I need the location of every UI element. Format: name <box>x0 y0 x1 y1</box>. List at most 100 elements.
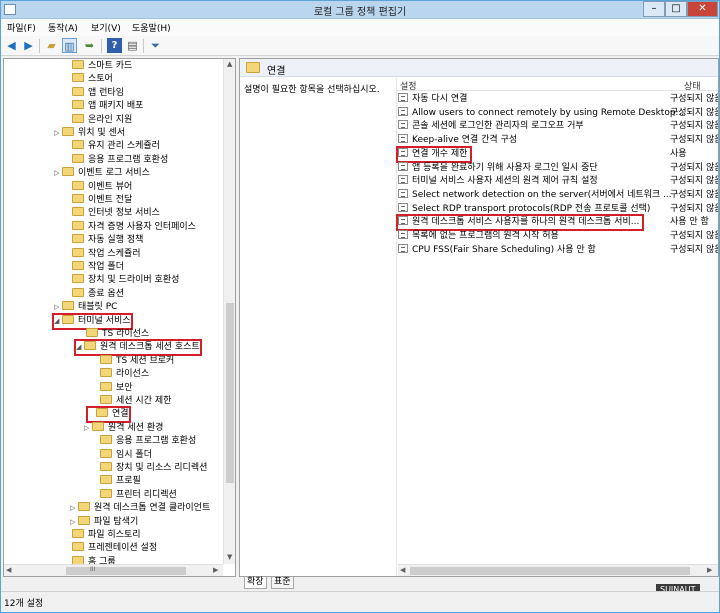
tree-item[interactable]: 프린터 리디렉션 <box>92 488 177 502</box>
tree-item-label: 스토어 <box>88 74 113 85</box>
tree-item-label: 앱 패키지 배포 <box>88 101 144 112</box>
tree-item[interactable]: 온라인 지원 <box>64 113 132 127</box>
menu-file[interactable]: 파일(F) <box>7 21 36 34</box>
tree-item[interactable]: 라이선스 <box>92 368 149 381</box>
tree-item[interactable]: TS 세션 브로커 <box>92 354 174 368</box>
tree-item[interactable]: ◢ 원격 데스크톱 세션 호스트 <box>74 339 202 357</box>
tree-item[interactable]: 프레젠테이션 설정 <box>64 542 157 555</box>
tree-horizontal-scrollbar[interactable]: ◀ III ▶ <box>4 564 223 576</box>
close-button[interactable]: ✕ <box>687 1 718 17</box>
policy-row[interactable]: 터미널 서비스 사용자 세션의 원격 제어 규칙 설정 구성되지 않음 <box>398 175 718 188</box>
tree-item[interactable]: ▷ 태블릿 PC <box>54 301 117 314</box>
menu-action[interactable]: 동작(A) <box>48 21 78 34</box>
tree-item[interactable]: ▷ 파일 탐색기 <box>70 515 138 529</box>
tree-item-label: 유지 관리 스케쥴러 <box>88 141 160 152</box>
tree-item[interactable]: 종료 옵션 <box>64 287 124 301</box>
details-header: 연결 <box>240 59 718 77</box>
tree-item[interactable]: 스토어 <box>64 73 113 86</box>
tree-item[interactable]: 장치 및 리소스 리디렉션 <box>92 462 207 475</box>
policy-row[interactable]: 앱 등록을 완료하기 위해 사용자 로그인 일시 중단 구성되지 않음 <box>398 161 718 175</box>
tree-item[interactable]: 이벤트 전달 <box>64 194 132 207</box>
tree-item-label: 이벤트 로그 서비스 <box>78 168 150 179</box>
show-hide-tree-icon[interactable]: ▥ <box>62 38 77 53</box>
properties-icon[interactable]: ▤ <box>125 38 140 53</box>
scroll-left-arrow[interactable]: ◀ <box>400 566 405 574</box>
tree-item-label: 프린터 리디렉션 <box>116 489 177 500</box>
tree-pane[interactable]: 스마트 카드 스토어 앱 런타임 앱 패키지 배포 온라인 지원 ▷ 위치 및 센서 유지 관… <box>3 58 236 577</box>
scroll-up-arrow[interactable]: ▲ <box>227 60 232 68</box>
policy-row[interactable]: 연결 개수 제한 사용 <box>395 145 718 163</box>
tree-item[interactable]: ▷ 원격 세션 환경 <box>84 421 163 435</box>
tree-item[interactable]: 파일 히스토리 <box>64 529 141 542</box>
tree-item[interactable]: 이벤트 뷰어 <box>64 180 132 194</box>
minimize-button[interactable]: – <box>643 1 665 17</box>
export-list-icon[interactable]: ➥ <box>82 38 97 53</box>
policy-row[interactable]: 콘솔 세션에 로그인한 관리자의 로그오프 거부 구성되지 않음 <box>398 120 718 133</box>
tree-item[interactable]: 자격 증명 사용자 인터페이스 <box>64 220 196 234</box>
tree-hscroll-thumb[interactable] <box>66 567 186 575</box>
policy-row[interactable]: 자동 다시 연결 구성되지 않음 <box>398 93 718 106</box>
tree-item[interactable]: 작업 폴더 <box>64 261 124 274</box>
tree-item[interactable]: ▷ 원격 데스크톱 연결 클라이언트 <box>70 502 210 515</box>
tree-item[interactable]: 세션 시간 제한 <box>92 395 171 408</box>
policy-row[interactable]: Keep-alive 연결 간격 구성 구성되지 않음 <box>398 134 718 147</box>
tab-extended[interactable]: 확장 <box>244 577 267 589</box>
policy-name: 연결 개수 제한 <box>412 148 468 159</box>
tree-item[interactable]: 스마트 카드 <box>64 60 132 73</box>
policy-row[interactable]: 목록에 없는 프로그램의 원격 시작 허용 구성되지 않음 <box>398 230 718 243</box>
scroll-right-arrow[interactable]: ▶ <box>213 566 218 574</box>
expander-icon[interactable]: ◢ <box>54 315 62 328</box>
tree-item[interactable]: 프로필 <box>92 475 141 488</box>
tree-item[interactable]: 연결 <box>86 406 131 424</box>
scroll-left-arrow[interactable]: ◀ <box>6 566 11 574</box>
expander-icon[interactable]: ▷ <box>70 516 78 529</box>
policy-row[interactable]: CPU FSS(Fair Share Scheduling) 사용 안 함 구성되… <box>398 243 718 257</box>
tree-item[interactable]: 인터넷 정보 서비스 <box>64 207 160 220</box>
back-arrow-icon[interactable]: ◀ <box>4 38 19 53</box>
tree-item[interactable]: ▷ 이벤트 로그 서비스 <box>54 167 150 180</box>
tree-item[interactable]: 작업 스케쥴러 <box>64 247 141 261</box>
tree-item[interactable]: 보안 <box>92 381 133 395</box>
expander-icon[interactable]: ◢ <box>76 341 84 354</box>
folder-up-icon[interactable]: ▰ <box>44 38 59 53</box>
column-setting[interactable]: 설정 <box>400 79 417 92</box>
policy-row[interactable]: 원격 데스크톱 서비스 사용자를 하나의 원격 데스크톱 서비... 사용 안 함 <box>395 214 718 232</box>
tree-item[interactable]: 응용 프로그램 호환성 <box>92 435 196 448</box>
policy-name-wrap: 콘솔 세션에 로그인한 관리자의 로그오프 거부 <box>398 120 584 131</box>
tree-item[interactable]: 장치 및 드라이버 호환성 <box>64 274 179 287</box>
filter-icon[interactable]: ⏷ <box>148 38 163 53</box>
tree-item[interactable]: 임시 폴더 <box>92 448 152 462</box>
forward-arrow-icon[interactable]: ▶ <box>21 38 36 53</box>
scroll-right-arrow[interactable]: ▶ <box>707 566 712 574</box>
scroll-down-arrow[interactable]: ▼ <box>227 553 232 561</box>
tree-item[interactable]: 앱 런타임 <box>64 86 124 100</box>
expander-icon[interactable]: ▷ <box>70 502 78 515</box>
policy-setting-icon <box>398 216 408 226</box>
expander-icon[interactable]: ▷ <box>54 127 62 140</box>
policy-row[interactable]: Select RDP transport protocols(RDP 전송 프로… <box>398 202 718 216</box>
menu-view[interactable]: 보기(V) <box>91 21 121 34</box>
column-state[interactable]: 상태 <box>684 79 701 92</box>
tree-item[interactable]: ◢ 터미널 서비스 <box>52 312 133 330</box>
tree-vertical-scrollbar[interactable]: ▲ ▼ <box>223 59 235 564</box>
tree-item[interactable]: 자동 실행 정책 <box>64 234 143 247</box>
tree-item[interactable]: 응용 프로그램 호환성 <box>64 153 168 167</box>
expander-icon[interactable]: ▷ <box>54 301 62 314</box>
policy-row[interactable]: Allow users to connect remotely by using… <box>398 106 718 120</box>
details-hscroll-thumb[interactable] <box>410 567 690 575</box>
tree-item[interactable]: 앱 패키지 배포 <box>64 100 143 113</box>
menu-help[interactable]: 도움말(H) <box>132 21 171 34</box>
maximize-button[interactable]: □ <box>665 1 687 17</box>
tree-item[interactable]: TS 라이선스 <box>78 328 149 341</box>
policy-row[interactable]: Select network detection on the server(서… <box>398 188 718 202</box>
policy-state: 사용 안 함 <box>670 217 709 228</box>
details-horizontal-scrollbar[interactable]: ◀ ▶ <box>398 564 718 576</box>
tree-item[interactable]: 유지 관리 스케쥴러 <box>64 140 160 153</box>
policy-name-wrap: CPU FSS(Fair Share Scheduling) 사용 안 함 <box>398 243 596 255</box>
tree-scroll-thumb[interactable] <box>226 303 234 483</box>
expander-icon[interactable]: ▷ <box>84 422 92 435</box>
help-icon[interactable]: ? <box>107 38 122 53</box>
tab-standard[interactable]: 표준 <box>271 577 294 589</box>
tree-item[interactable]: ▷ 위치 및 센서 <box>54 127 125 140</box>
expander-icon[interactable]: ▷ <box>54 167 62 180</box>
